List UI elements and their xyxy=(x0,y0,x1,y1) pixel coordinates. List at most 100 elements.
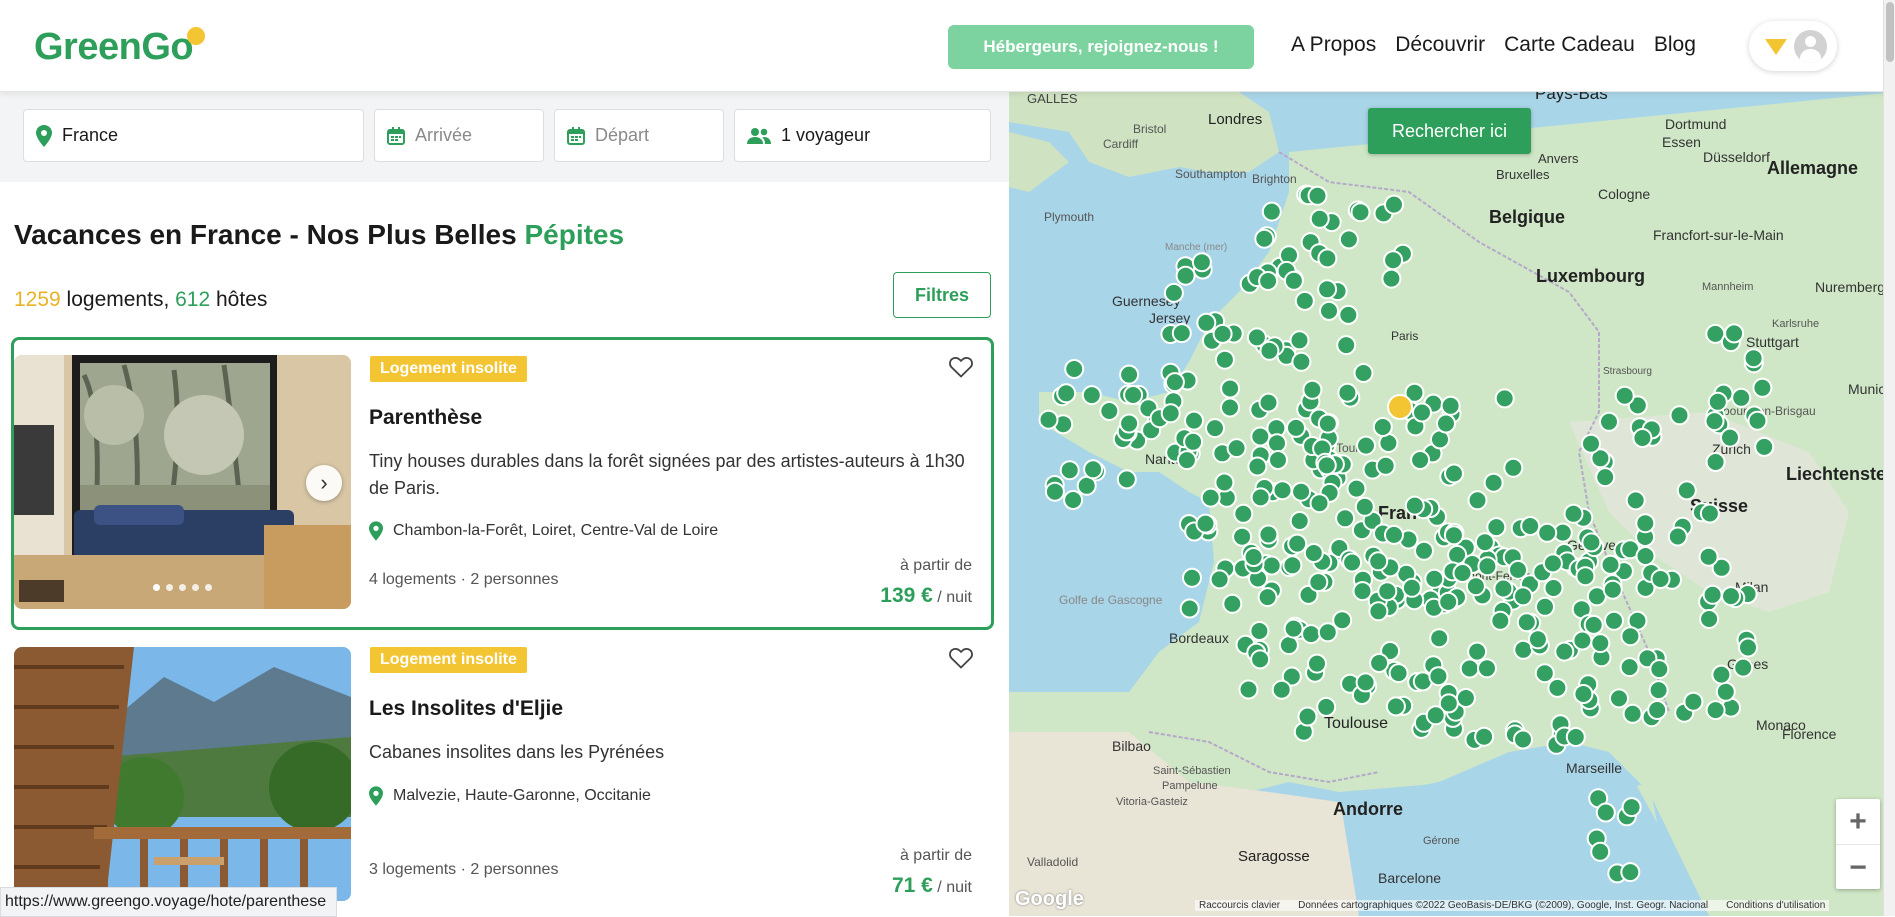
nav-blog[interactable]: Blog xyxy=(1654,33,1696,57)
map-listing-marker[interactable] xyxy=(1056,383,1077,404)
map-listing-marker[interactable] xyxy=(1609,688,1629,709)
map-listing-marker[interactable] xyxy=(1493,578,1514,599)
map-listing-marker[interactable] xyxy=(1467,641,1488,662)
map-listing-marker[interactable] xyxy=(1513,586,1533,607)
map-listing-marker[interactable] xyxy=(1375,455,1396,476)
map-listing-marker[interactable] xyxy=(1254,228,1275,249)
map-listing-marker[interactable] xyxy=(1064,359,1085,379)
map-listing-marker[interactable] xyxy=(1467,490,1488,511)
map-listing-marker[interactable] xyxy=(1183,431,1204,452)
map-listing-marker[interactable] xyxy=(1595,802,1616,823)
map-listing-marker[interactable] xyxy=(1733,657,1754,678)
map-listing-marker[interactable] xyxy=(1232,526,1253,547)
heart-icon[interactable] xyxy=(949,356,973,378)
map-listing-marker[interactable] xyxy=(1250,649,1271,670)
map-listing-marker[interactable] xyxy=(1490,610,1511,631)
map-listing-marker[interactable] xyxy=(1440,395,1461,416)
map-listing-marker[interactable] xyxy=(1081,385,1102,406)
map-listing-marker[interactable] xyxy=(1258,524,1279,545)
guests-field[interactable]: 1 voyageur xyxy=(734,109,991,162)
departure-date-field[interactable]: Départ xyxy=(554,109,724,162)
map-listing-marker[interactable] xyxy=(1377,581,1398,602)
map-listing-marker[interactable] xyxy=(1191,252,1212,273)
map-listing-marker[interactable] xyxy=(1116,469,1137,490)
map-listing-marker[interactable] xyxy=(1195,513,1216,534)
map-listing-marker[interactable] xyxy=(1635,546,1656,566)
map-listing-marker[interactable] xyxy=(1537,522,1558,543)
map-listing-marker[interactable] xyxy=(1350,202,1371,223)
map-listing-marker[interactable] xyxy=(1707,391,1728,412)
map-listing-marker[interactable] xyxy=(1083,459,1104,480)
map-listing-marker[interactable] xyxy=(1494,388,1515,409)
map-listing-marker[interactable] xyxy=(1590,841,1611,862)
map-listing-marker[interactable] xyxy=(1683,691,1704,712)
map-listing-marker[interactable] xyxy=(1436,413,1456,434)
map-listing-marker[interactable] xyxy=(1477,658,1497,679)
map-listing-marker[interactable] xyxy=(1355,672,1376,693)
map-listing-marker[interactable] xyxy=(1632,428,1653,448)
map-listing-marker[interactable] xyxy=(1429,628,1450,649)
map-listing-marker[interactable] xyxy=(1705,700,1726,721)
map-listing-marker[interactable] xyxy=(1620,626,1641,647)
map-listing-marker[interactable] xyxy=(1715,681,1736,702)
map-listing-marker[interactable] xyxy=(1738,637,1758,658)
map-listing-marker[interactable] xyxy=(1076,475,1097,496)
map-listing-marker[interactable] xyxy=(1289,330,1310,351)
map-listing-marker[interactable] xyxy=(1508,559,1528,580)
host-join-button[interactable]: Hébergeurs, rejoignez-nous ! xyxy=(948,25,1254,69)
map-listing-marker[interactable] xyxy=(1294,290,1315,311)
map-listing-marker[interactable] xyxy=(1385,696,1406,717)
photo-next-button[interactable]: › xyxy=(306,465,342,501)
filters-button[interactable]: Filtres xyxy=(893,272,991,318)
results-map[interactable]: GALLES Londres Pays-Bas Bristol Cardiff Dortm… xyxy=(1009,92,1895,916)
terms-link[interactable]: Conditions d'utilisation xyxy=(1726,900,1825,911)
map-listing-marker[interactable] xyxy=(1346,478,1367,499)
map-listing-marker[interactable] xyxy=(1196,312,1217,333)
arrival-date-field[interactable]: Arrivée xyxy=(374,109,544,162)
map-listing-marker[interactable] xyxy=(1182,567,1202,588)
map-listing-marker[interactable] xyxy=(1635,513,1656,534)
map-listing-marker[interactable] xyxy=(1535,596,1555,617)
map-listing-marker[interactable] xyxy=(1160,403,1181,424)
map-listing-marker[interactable] xyxy=(1258,271,1279,291)
map-listing-marker[interactable] xyxy=(1238,679,1259,700)
map-listing-marker[interactable] xyxy=(1474,532,1495,553)
map-listing-marker[interactable] xyxy=(1289,511,1310,531)
map-listing-marker[interactable] xyxy=(1575,566,1596,587)
map-listing-marker[interactable] xyxy=(1200,487,1221,508)
map-listing-marker[interactable] xyxy=(1412,402,1432,423)
page-scrollbar[interactable] xyxy=(1883,0,1895,916)
map-listing-marker[interactable] xyxy=(1249,621,1270,641)
map-listing-marker[interactable] xyxy=(1520,516,1541,536)
map-listing-marker[interactable] xyxy=(1307,185,1328,206)
map-listing-marker[interactable] xyxy=(1721,586,1741,607)
map-listing-marker[interactable] xyxy=(1731,387,1752,408)
map-listing-marker[interactable] xyxy=(1699,609,1720,629)
map-listing-marker[interactable] xyxy=(1369,653,1390,673)
map-listing-marker[interactable] xyxy=(1261,555,1282,576)
map-listing-marker[interactable] xyxy=(1316,696,1337,717)
map-listing-marker[interactable] xyxy=(1503,457,1524,478)
map-listing-marker[interactable] xyxy=(1247,456,1268,477)
map-listing-marker[interactable] xyxy=(1388,663,1409,684)
map-listing-marker[interactable] xyxy=(1123,385,1144,405)
map-listing-marker[interactable] xyxy=(1513,729,1533,750)
map-listing-marker[interactable] xyxy=(1250,487,1271,508)
map-listing-marker[interactable] xyxy=(1164,372,1185,393)
map-listing-marker[interactable] xyxy=(1699,503,1720,524)
map-listing-marker[interactable] xyxy=(1354,496,1375,517)
map-listing-marker[interactable] xyxy=(1620,862,1641,883)
map-listing-marker[interactable] xyxy=(1425,705,1446,726)
map-listing-marker[interactable] xyxy=(1353,363,1374,383)
heart-icon[interactable] xyxy=(949,647,973,669)
map-listing-marker[interactable] xyxy=(1543,578,1564,598)
map-listing-marker[interactable] xyxy=(1176,450,1197,471)
map-listing-marker[interactable] xyxy=(1625,490,1646,511)
map-listing-marker[interactable] xyxy=(1410,450,1431,470)
map-listing-marker[interactable] xyxy=(1119,413,1140,434)
nav-about[interactable]: A Propos xyxy=(1291,33,1376,57)
map-selected-marker[interactable] xyxy=(1387,394,1413,420)
map-listing-marker[interactable] xyxy=(1335,508,1356,529)
zoom-in-button[interactable]: + xyxy=(1836,799,1880,844)
map-listing-marker[interactable] xyxy=(1595,467,1616,488)
